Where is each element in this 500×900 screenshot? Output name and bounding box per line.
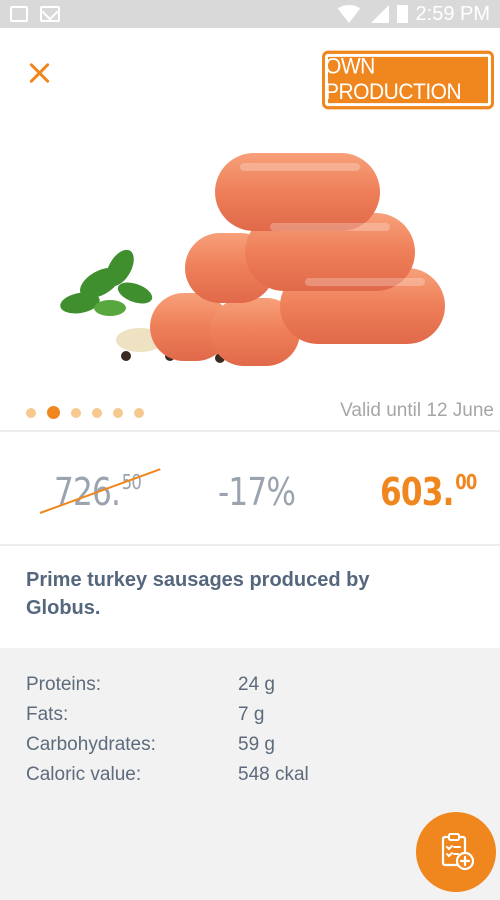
wifi-icon [334, 5, 363, 23]
herb-leaves [60, 249, 153, 316]
close-icon[interactable] [24, 58, 56, 90]
mail-icon [40, 6, 60, 22]
product-hero: OWN PRODUCTION Valid until 12 June [0, 28, 500, 428]
signal-icon [370, 5, 389, 23]
nutrition-label: Carbohydrates: [26, 734, 156, 755]
status-bar: 2:59 PM [0, 0, 500, 28]
nutrition-value: 24 g [238, 674, 275, 695]
nutrition-value: 548 ckal [238, 764, 309, 785]
status-time: 2:59 PM [415, 2, 490, 25]
add-to-list-icon [441, 833, 475, 871]
carousel-dot[interactable] [92, 407, 102, 418]
carousel-dot[interactable] [71, 407, 81, 418]
nutrition-value: 7 g [238, 704, 265, 725]
nutrition-row: Carbohydrates: 59 g [26, 734, 275, 764]
carousel-dot[interactable] [134, 407, 144, 418]
nutrition-label: Caloric value: [26, 764, 142, 785]
price-row: 726.50 -17% 603.00 [0, 432, 500, 544]
add-to-list-button[interactable] [416, 812, 496, 892]
product-description: Prime turkey sausages produced by Globus… [26, 569, 370, 619]
discount-percent: -17% [218, 470, 296, 514]
nutrition-row: Fats: 7 g [26, 704, 264, 734]
divider [0, 544, 500, 546]
carousel-dot[interactable] [26, 407, 36, 418]
new-price: 603.00 [380, 470, 477, 514]
carousel-dot-active[interactable] [47, 406, 60, 419]
own-production-badge: OWN PRODUCTION [322, 50, 494, 110]
status-right: 2:59 PM [334, 2, 490, 26]
battery-icon [396, 5, 408, 23]
carousel-dot[interactable] [113, 407, 123, 418]
nutrition-row: Proteins: 24 g [26, 674, 275, 704]
sausages-product-image [60, 153, 445, 366]
image-icon [10, 6, 28, 22]
valid-until-text: Valid until 12 June [340, 400, 494, 421]
carousel-dots[interactable] [26, 406, 144, 419]
nutrition-label: Proteins: [26, 674, 101, 695]
nutrition-label: Fats: [26, 704, 69, 725]
nutrition-row: Caloric value: 548 ckal [26, 764, 309, 794]
status-left [10, 6, 60, 22]
nutrition-value: 59 g [238, 734, 275, 755]
